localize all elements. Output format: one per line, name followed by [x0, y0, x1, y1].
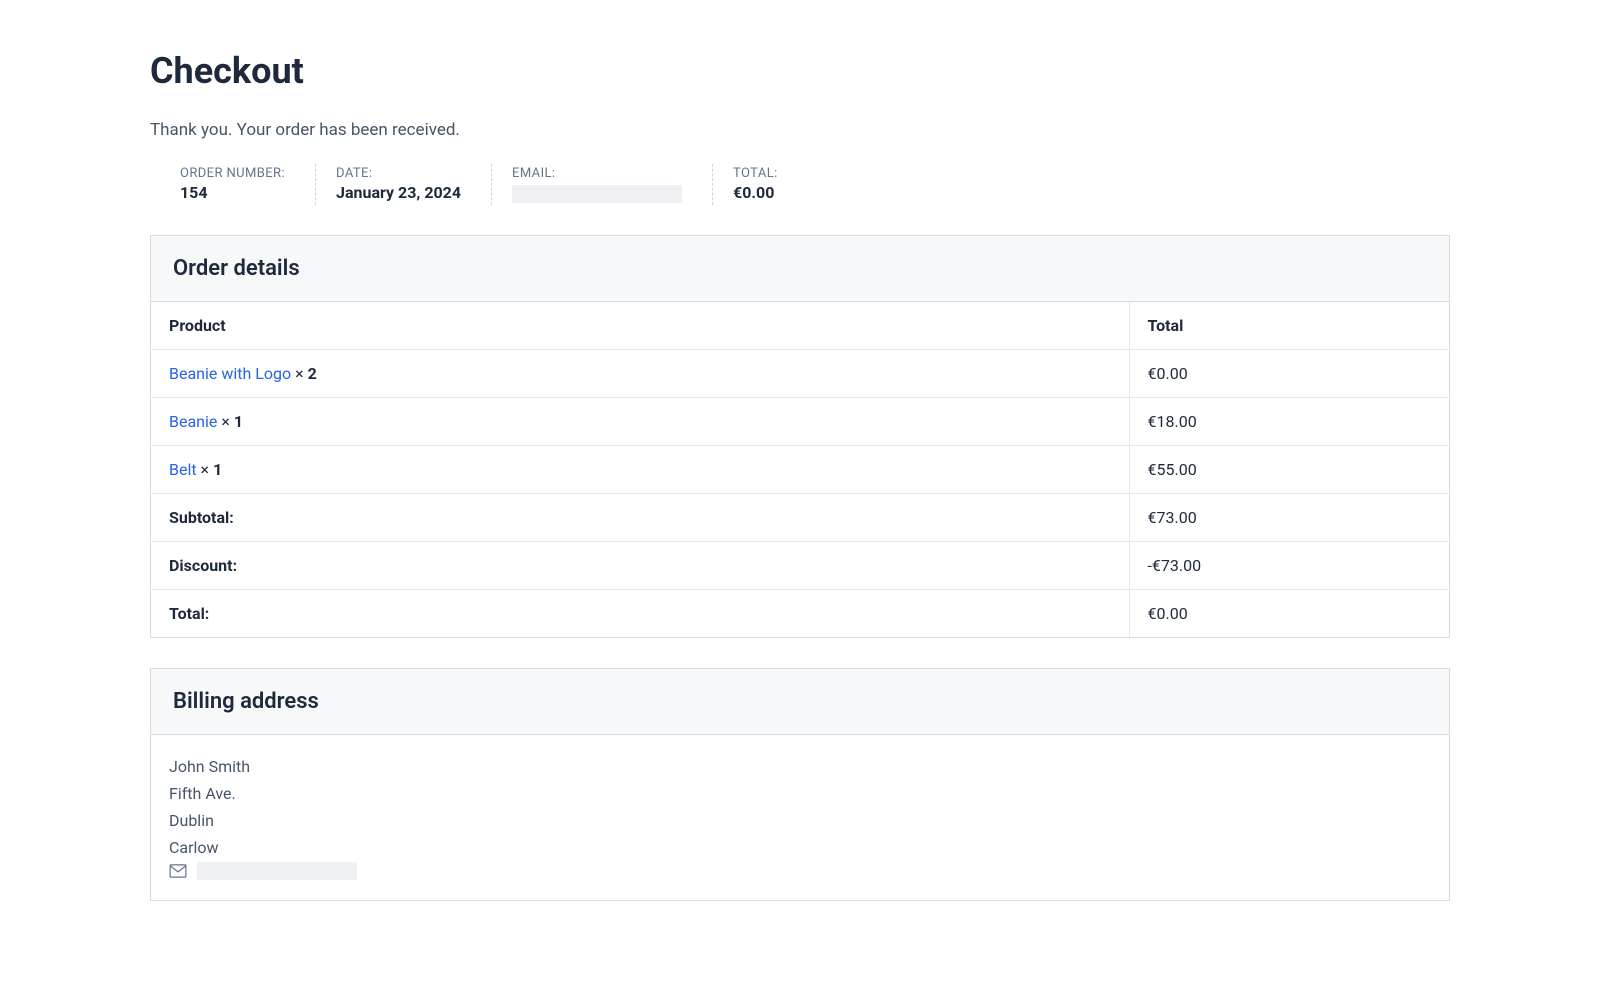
summary-date: DATE: January 23, 2024: [336, 164, 492, 205]
summary-total-value: €0.00: [733, 183, 778, 202]
summary-email: EMAIL:: [512, 164, 713, 205]
summary-date-label: DATE:: [336, 166, 461, 181]
billing-city: Dublin: [169, 807, 1431, 834]
col-total: Total: [1129, 302, 1449, 350]
thank-you-message: Thank you. Your order has been received.: [150, 120, 1450, 140]
subtotal-label: Subtotal:: [151, 493, 1129, 541]
order-details-panel: Order details Product Total Beanie with …: [150, 235, 1450, 638]
mail-icon: [169, 864, 187, 878]
billing-name: John Smith: [169, 753, 1431, 780]
billing-email-row: [169, 862, 1431, 880]
product-qty: × 2: [295, 364, 317, 383]
summary-order-number-label: ORDER NUMBER:: [180, 166, 285, 181]
discount-label: Discount:: [151, 541, 1129, 589]
discount-row: Discount: -€73.00: [151, 541, 1449, 589]
table-row: Belt × 1 €55.00: [151, 445, 1449, 493]
summary-email-value: [512, 183, 682, 203]
discount-value: -€73.00: [1129, 541, 1449, 589]
subtotal-row: Subtotal: €73.00: [151, 493, 1449, 541]
order-details-heading: Order details: [151, 236, 1449, 302]
product-total: €0.00: [1129, 349, 1449, 397]
product-total: €55.00: [1129, 445, 1449, 493]
col-product: Product: [151, 302, 1129, 350]
summary-order-number-value: 154: [180, 183, 285, 202]
table-row: Beanie with Logo × 2 €0.00: [151, 349, 1449, 397]
product-link[interactable]: Beanie with Logo: [169, 364, 291, 383]
summary-email-label: EMAIL:: [512, 166, 682, 181]
table-row: Beanie × 1 €18.00: [151, 397, 1449, 445]
product-qty: × 1: [201, 460, 223, 479]
product-link[interactable]: Belt: [169, 460, 197, 479]
summary-order-number: ORDER NUMBER: 154: [180, 164, 316, 205]
product-qty: × 1: [221, 412, 243, 431]
order-details-table: Product Total Beanie with Logo × 2 €0.00…: [151, 302, 1449, 637]
billing-panel: Billing address John Smith Fifth Ave. Du…: [150, 668, 1450, 901]
billing-region: Carlow: [169, 834, 1431, 861]
product-link[interactable]: Beanie: [169, 412, 217, 431]
billing-body: John Smith Fifth Ave. Dublin Carlow: [151, 735, 1449, 900]
subtotal-value: €73.00: [1129, 493, 1449, 541]
total-value: €0.00: [1129, 589, 1449, 637]
billing-street: Fifth Ave.: [169, 780, 1431, 807]
billing-heading: Billing address: [151, 669, 1449, 735]
redacted-email: [197, 862, 357, 880]
table-header-row: Product Total: [151, 302, 1449, 350]
page-title: Checkout: [150, 50, 1450, 92]
summary-date-value: January 23, 2024: [336, 183, 461, 202]
redacted-email: [512, 185, 682, 203]
summary-total: TOTAL: €0.00: [733, 164, 808, 205]
total-row: Total: €0.00: [151, 589, 1449, 637]
total-label: Total:: [151, 589, 1129, 637]
summary-total-label: TOTAL:: [733, 166, 778, 181]
order-summary: ORDER NUMBER: 154 DATE: January 23, 2024…: [150, 164, 1450, 205]
product-total: €18.00: [1129, 397, 1449, 445]
